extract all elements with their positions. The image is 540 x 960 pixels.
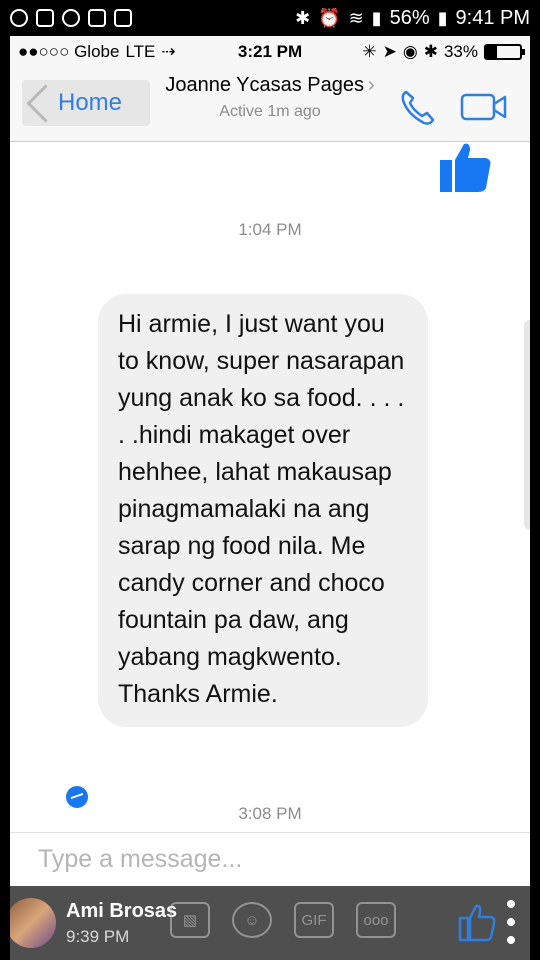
carrier-info: ●●○○○ Globe LTE ⇢ [18, 42, 176, 62]
ios-status-bar: ●●○○○ Globe LTE ⇢ 3:21 PM ✳ ➤ ◉ ✱ 33% [10, 36, 530, 68]
notification-icons [10, 9, 132, 27]
poster-info: Ami Brosas 9:39 PM [66, 900, 177, 947]
android-status-bar: ✱ ⏰ ≋ ▮ 56% ▮ 9:41 PM [0, 0, 540, 36]
android-clock: 9:41 PM [455, 6, 530, 29]
message-timestamp-2: 3:08 PM [238, 804, 302, 823]
wifi-icon: ≋ [348, 7, 364, 28]
post-author-overlay: Ami Brosas 9:39 PM ▧ ☺ GIF ooo [10, 886, 530, 960]
flipboard-notification-icon [36, 9, 54, 27]
message-input[interactable] [38, 845, 458, 874]
flipboard-notification-icon-2 [88, 9, 106, 27]
alarm-icon-ios: ◉ [402, 42, 418, 61]
signal-icon: ▮ [371, 7, 382, 28]
conversation-header: Home Joanne Ycasas Pages › Active 1m ago [10, 68, 530, 142]
battery-icon-ios [484, 44, 525, 60]
message-thread[interactable]: 1:04 PM Hi armie, I just want you to kno… [10, 142, 530, 832]
more-options-icon[interactable]: ooo [356, 902, 396, 938]
video-call-icon[interactable] [460, 92, 508, 122]
messenger-notification-icon [10, 9, 28, 27]
alarm-icon: ⏰ [318, 7, 341, 28]
thumbs-up-sticker-icon [440, 143, 491, 192]
chevron-right-icon: › [368, 74, 375, 96]
settings-notification-icon [62, 9, 80, 27]
received-message-bubble[interactable]: Hi armie, I just want you to know, super… [98, 294, 428, 727]
battery-fill [486, 46, 498, 58]
contact-name: Joanne Ycasas Pages [165, 74, 364, 96]
bluetooth-icon: ✱ [295, 7, 311, 28]
messenger-screenshot: ●●○○○ Globe LTE ⇢ 3:21 PM ✳ ➤ ◉ ✱ 33% Ho… [10, 36, 530, 960]
gif-button[interactable]: GIF [294, 902, 334, 938]
message-timestamp: 1:04 PM [238, 220, 302, 239]
android-status-right: ✱ ⏰ ≋ ▮ 56% ▮ 9:41 PM [295, 7, 530, 30]
gallery-icon[interactable]: ▧ [170, 902, 210, 938]
phone-call-icon[interactable] [398, 88, 438, 128]
ios-status-right: ✳ ➤ ◉ ✱ 33% [362, 42, 525, 62]
sync-icon: ⇢ [161, 42, 176, 61]
message-composer [10, 832, 530, 886]
activity-icon: ✳ [362, 42, 377, 61]
contact-title[interactable]: Joanne Ycasas Pages › Active 1m ago [150, 74, 390, 121]
overflow-menu-icon[interactable] [504, 900, 518, 944]
poster-name[interactable]: Ami Brosas [66, 900, 177, 923]
home-back-button[interactable]: Home [22, 80, 150, 126]
avatar[interactable] [10, 898, 56, 948]
ios-battery-percent: 33% [443, 42, 478, 61]
active-status: Active 1m ago [219, 103, 321, 120]
bag-notification-icon [114, 9, 132, 27]
network-type: LTE [125, 42, 156, 61]
carrier-name: ●●○○○ Globe [18, 42, 120, 61]
scroll-indicator [524, 320, 530, 530]
battery-icon: ▮ [437, 7, 448, 28]
location-icon: ➤ [382, 42, 397, 61]
bluetooth-icon-ios: ✱ [423, 42, 438, 61]
composer-tools: ▧ ☺ GIF ooo [170, 902, 396, 938]
emoji-icon[interactable]: ☺ [232, 902, 272, 938]
android-battery-percent: 56% [389, 6, 430, 29]
poster-time: 9:39 PM [66, 926, 130, 946]
like-thumbs-up-icon[interactable] [458, 904, 496, 942]
